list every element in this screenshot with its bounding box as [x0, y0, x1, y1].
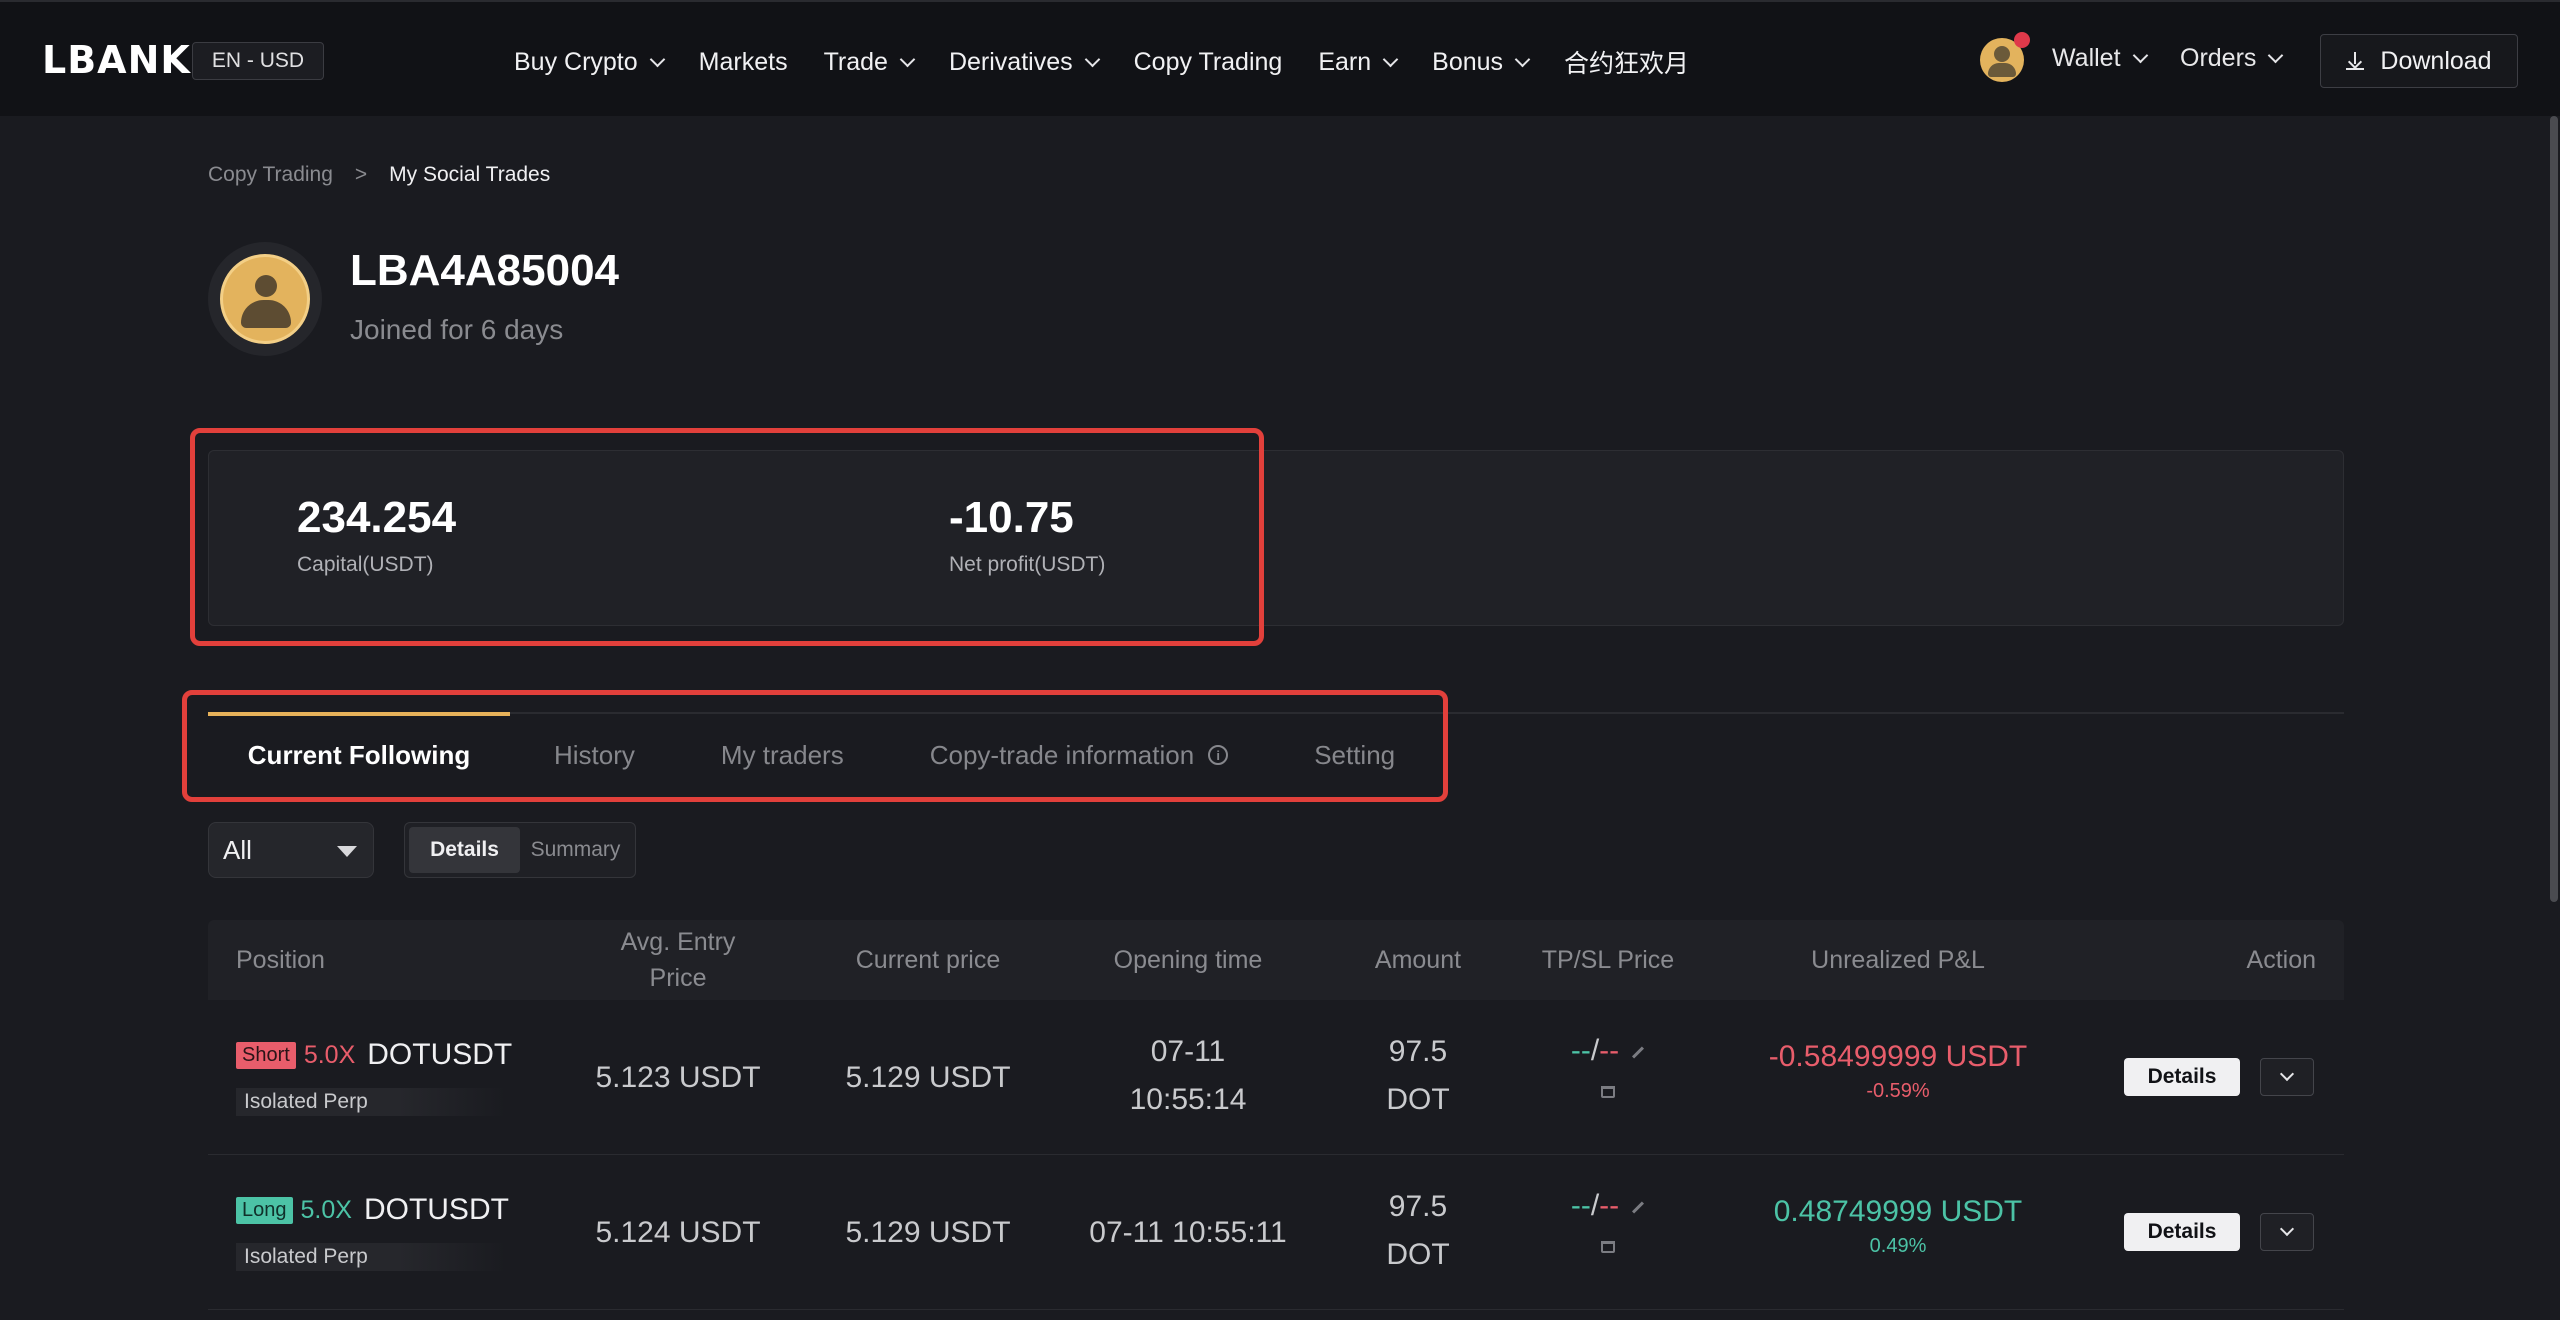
download-button[interactable]: Download — [2320, 34, 2518, 88]
amount: 97.5 DOT — [1386, 1035, 1450, 1116]
header-current-price: Current price — [855, 946, 1001, 974]
position-cell: Short 5.0X DOTUSDT — [236, 1038, 512, 1072]
side-badge: Long — [236, 1196, 293, 1224]
margin-type: Isolated Perp — [236, 1243, 506, 1271]
nav-promo[interactable]: 合约狂欢月 — [1564, 44, 1689, 80]
table-row: Short 5.0X DOTUSDT Isolated Perp 5.123 U… — [208, 1000, 2344, 1155]
leverage: 5.0X — [303, 1040, 356, 1069]
header-position: Position — [236, 946, 325, 974]
chevron-down-icon — [2279, 1066, 2295, 1082]
opening-time: 07-11 10:55:14 — [1129, 1035, 1247, 1116]
chevron-down-icon — [2268, 47, 2284, 64]
symbol: DOTUSDT — [367, 1038, 513, 1071]
header-tpsl-price: TP/SL Price — [1541, 946, 1675, 974]
breadcrumb-current: My Social Trades — [389, 163, 551, 186]
wallet-menu[interactable]: Wallet — [2052, 44, 2148, 73]
chevron-down-icon — [1382, 51, 1399, 67]
table-row: Long 5.0X DOTUSDT Isolated Perp 5.124 US… — [208, 1155, 2344, 1310]
leverage: 5.0X — [300, 1195, 352, 1224]
top-header: LBANK EN - USD Buy Crypto Markets Trade … — [0, 0, 2560, 116]
chevron-down-icon — [1084, 51, 1100, 67]
scrollbar-thumb[interactable] — [2550, 116, 2558, 902]
page-scrollbar[interactable] — [2548, 116, 2560, 1320]
profile-avatar — [208, 242, 322, 356]
segment-summary[interactable]: Summary — [520, 827, 631, 873]
chevron-down-icon — [2279, 1221, 2295, 1237]
chevron-down-icon — [2132, 47, 2148, 64]
tpsl-cell: --/-- — [1518, 1189, 1698, 1253]
highlight-box-stats — [190, 428, 1264, 646]
orders-menu[interactable]: Orders — [2180, 44, 2284, 73]
nav-copy-trading[interactable]: Copy Trading — [1134, 48, 1283, 77]
current-price: 5.129 USDT — [845, 1215, 1011, 1249]
highlight-box-tabs — [182, 690, 1448, 802]
header-amount: Amount — [1374, 946, 1462, 974]
expand-row-button[interactable] — [2260, 1213, 2314, 1251]
details-button[interactable]: Details — [2124, 1058, 2240, 1096]
details-button[interactable]: Details — [2124, 1213, 2240, 1251]
chevron-down-icon — [899, 51, 916, 67]
header-avg-entry-price: Avg. Entry Price — [620, 928, 736, 992]
entry-price: 5.124 USDT — [595, 1215, 761, 1249]
edit-icon[interactable] — [1632, 1046, 1645, 1059]
edit-icon[interactable] — [1632, 1201, 1645, 1214]
segment-details[interactable]: Details — [409, 827, 520, 873]
side-badge: Short — [236, 1041, 296, 1069]
trash-icon[interactable] — [1601, 1086, 1615, 1098]
nav-derivatives[interactable]: Derivatives — [949, 48, 1100, 77]
view-toggle: Details Summary — [404, 822, 636, 878]
opening-time: 07-11 10:55:11 — [1089, 1215, 1287, 1249]
notification-dot — [2014, 32, 2030, 48]
header-opening-time: Opening time — [1113, 946, 1263, 974]
expand-row-button[interactable] — [2260, 1058, 2314, 1096]
symbol: DOTUSDT — [363, 1193, 509, 1226]
breadcrumb-separator: > — [354, 163, 368, 186]
unrealized-pnl: -0.58499999 USDT -0.59% — [1768, 1040, 2028, 1102]
positions-table: Position Avg. Entry Price Current price … — [208, 920, 2344, 1310]
chevron-down-icon — [649, 51, 665, 67]
nav-trade[interactable]: Trade — [824, 48, 916, 77]
position-cell: Long 5.0X DOTUSDT — [236, 1193, 509, 1227]
nav-markets[interactable]: Markets — [699, 48, 788, 77]
caret-down-icon — [337, 846, 357, 857]
table-header: Position Avg. Entry Price Current price … — [208, 920, 2344, 1000]
profile-joined: Joined for 6 days — [350, 314, 564, 345]
breadcrumb: Copy Trading > My Social Trades — [208, 163, 550, 187]
nav-bonus[interactable]: Bonus — [1432, 48, 1531, 77]
entry-price: 5.123 USDT — [595, 1060, 761, 1094]
chevron-down-icon — [1514, 51, 1531, 67]
nav-buy-crypto[interactable]: Buy Crypto — [514, 48, 665, 77]
language-currency-selector[interactable]: EN - USD — [192, 42, 324, 80]
trash-icon[interactable] — [1601, 1241, 1615, 1253]
tpsl-cell: --/-- — [1518, 1034, 1698, 1098]
position-filter-select[interactable]: All — [208, 822, 374, 878]
nav-earn[interactable]: Earn — [1318, 48, 1399, 77]
breadcrumb-copy-trading[interactable]: Copy Trading — [208, 163, 333, 187]
header-action: Action — [2246, 946, 2316, 974]
margin-type: Isolated Perp — [236, 1088, 506, 1116]
profile-username: LBA4A85004 — [350, 246, 620, 295]
amount: 97.5 DOT — [1386, 1190, 1450, 1271]
unrealized-pnl: 0.48749999 USDT 0.49% — [1773, 1195, 2023, 1257]
main-nav: Buy Crypto Markets Trade Derivatives Cop… — [514, 42, 1725, 82]
header-unrealized-pnl: Unrealized P&L — [1811, 946, 1985, 974]
current-price: 5.129 USDT — [845, 1060, 1011, 1094]
lbank-logo[interactable]: LBANK — [42, 38, 191, 82]
download-icon — [2346, 52, 2365, 70]
